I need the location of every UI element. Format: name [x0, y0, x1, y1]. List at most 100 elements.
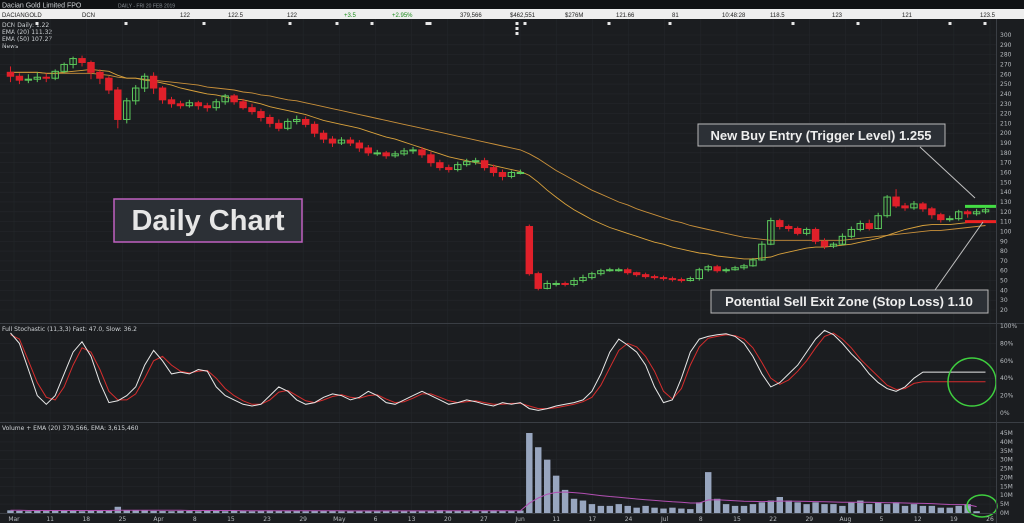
ticker-cell: $276M: [565, 13, 583, 19]
volume-bar: [248, 511, 256, 513]
candle-body: [534, 273, 542, 289]
volume-bar: [633, 507, 640, 513]
price-tick-label: 260: [1000, 71, 1012, 78]
date-tick-label: 6: [374, 516, 378, 523]
candle-body: [892, 196, 900, 207]
candle-body: [427, 154, 435, 164]
candle-body: [275, 122, 283, 129]
price-tick-label: 240: [1000, 91, 1012, 98]
news-marker: [668, 22, 672, 25]
price-tick-label: 50: [1000, 278, 1008, 285]
price-tick-label: 110: [1000, 219, 1012, 226]
news-marker: [983, 22, 987, 25]
volume-bar: [561, 489, 569, 513]
candle-body: [552, 282, 560, 285]
news-marker: [335, 22, 339, 25]
candle-body: [606, 269, 614, 272]
candle-body: [480, 160, 489, 169]
stochastic-tick-label: 40%: [1000, 375, 1014, 382]
date-tick-label: 11: [46, 516, 54, 523]
volume-bar: [597, 505, 605, 513]
price-tick-label: 200: [1000, 130, 1012, 137]
volume-bar: [776, 497, 784, 513]
volume-bar: [830, 504, 837, 513]
volume-bar: [839, 505, 846, 513]
volume-tick-label: 45M: [1000, 430, 1013, 437]
ticker-cell: DCN: [82, 13, 95, 19]
news-marker: [856, 22, 860, 25]
news-marker: [607, 22, 611, 25]
volume-bar: [866, 504, 873, 513]
volume-bar: [758, 502, 766, 513]
candle-body: [78, 58, 86, 64]
price-tick-label: 300: [1000, 32, 1012, 39]
volume-bar: [535, 447, 542, 513]
volume-bar: [239, 511, 247, 513]
candle-body: [561, 282, 569, 285]
date-tick-label: Jun: [514, 516, 525, 523]
news-marker: [515, 27, 519, 30]
volume-tick-label: 30M: [1000, 457, 1013, 464]
volume-bar: [302, 511, 309, 513]
date-tick-label: Jul: [660, 516, 669, 523]
price-tick-label: 160: [1000, 170, 1012, 177]
volume-bar: [874, 502, 882, 513]
volume-bar: [651, 507, 658, 513]
volume-bar: [669, 507, 676, 513]
candle-body: [820, 240, 829, 247]
news-marker: [202, 22, 206, 25]
date-tick-label: 13: [408, 516, 416, 523]
volume-bar: [624, 505, 631, 513]
news-marker: [425, 22, 429, 25]
volume-bar: [785, 500, 792, 513]
date-tick-label: Mar: [8, 516, 20, 523]
volume-bar: [812, 502, 819, 513]
header-title: Dacian Gold Limited FPO: [2, 3, 82, 10]
date-tick-label: 17: [589, 516, 597, 523]
volume-bar: [25, 511, 32, 513]
volume-bar: [221, 511, 229, 513]
price-tick-label: 90: [1000, 238, 1008, 245]
buy-entry-label: New Buy Entry (Trigger Level) 1.255: [710, 128, 931, 143]
volume-bar: [794, 502, 801, 513]
price-tick-label: 140: [1000, 189, 1012, 196]
candle-body: [15, 75, 24, 81]
volume-bar: [642, 505, 649, 513]
candle-body: [632, 272, 641, 276]
volume-bar: [901, 505, 909, 513]
volume-bar: [168, 511, 175, 513]
news-marker: [124, 22, 128, 25]
date-tick-label: 5: [880, 516, 884, 523]
stochastic-tick-label: 100%: [1000, 323, 1017, 330]
date-tick-label: 12: [914, 516, 922, 523]
ticker-cell: 121.66: [616, 13, 635, 19]
volume-bar: [177, 510, 184, 513]
price-tick-label: 220: [1000, 111, 1012, 118]
candle-body: [650, 276, 659, 279]
candle-body: [641, 274, 650, 278]
volume-bar: [955, 505, 962, 513]
news-marker: [428, 22, 432, 25]
candle-body: [364, 147, 373, 154]
price-tick-label: 120: [1000, 209, 1012, 216]
volume-bar: [892, 502, 900, 513]
candle-body: [167, 99, 176, 105]
stochastic-tick-label: 60%: [1000, 358, 1014, 365]
candle-body: [659, 277, 668, 280]
volume-bar: [141, 510, 148, 513]
price-tick-label: 190: [1000, 140, 1012, 147]
price-tick-label: 290: [1000, 42, 1012, 49]
volume-tick-label: 35M: [1000, 448, 1013, 455]
volume-bar: [973, 511, 980, 513]
volume-bar: [570, 498, 578, 513]
candle-body: [946, 218, 954, 221]
volume-bar: [579, 500, 587, 513]
price-tick-label: 60: [1000, 268, 1008, 275]
candle-body: [248, 107, 256, 113]
candle-body: [301, 118, 310, 125]
ticker-cell: 122.5: [228, 13, 244, 19]
volume-bar: [767, 500, 775, 513]
candle-body: [498, 172, 507, 177]
candle-body: [865, 223, 873, 229]
volume-bar: [150, 510, 157, 513]
